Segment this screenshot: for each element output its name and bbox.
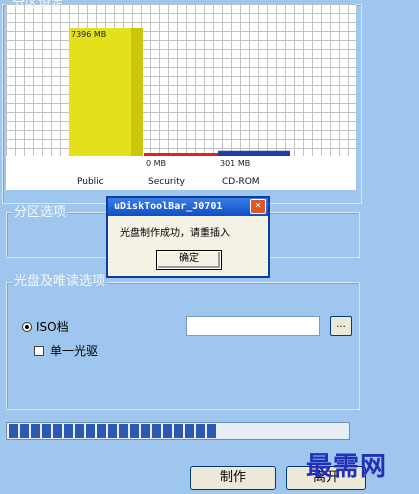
message-dialog: uDiskToolBar_J0701 ✕ 光盘制作成功，请重插入 确定 xyxy=(106,196,270,278)
single-drive-checkbox[interactable]: 单一光驱 xyxy=(34,342,98,359)
dialog-ok-button[interactable]: 确定 xyxy=(156,250,222,270)
progress-segment xyxy=(75,424,84,438)
progress-segment xyxy=(20,424,29,438)
dialog-titlebar[interactable]: uDiskToolBar_J0701 ✕ xyxy=(108,198,268,216)
iso-label: ISO档 xyxy=(36,320,69,334)
watermark-logo: 最需网 xyxy=(306,452,388,482)
category-label-security: Security xyxy=(148,177,186,187)
value-label-public: 7396 MB xyxy=(71,30,106,39)
progress-segment xyxy=(108,424,117,438)
progress-segment xyxy=(31,424,40,438)
checkbox-icon xyxy=(34,345,44,356)
progress-segment xyxy=(152,424,161,438)
progress-bar xyxy=(6,422,350,440)
bar-security xyxy=(144,153,218,156)
progress-segment xyxy=(119,424,128,438)
bar-cd-rom xyxy=(218,150,290,156)
dialog-title: uDiskToolBar_J0701 xyxy=(114,201,223,212)
partition-options-title: 分区选项 xyxy=(12,205,69,221)
progress-segment xyxy=(42,424,51,438)
progress-segment xyxy=(163,424,172,438)
make-button[interactable]: 制作 xyxy=(190,466,276,490)
category-label-cd-rom: CD-ROM xyxy=(222,177,260,187)
close-icon[interactable]: ✕ xyxy=(250,199,266,214)
dialog-message: 光盘制作成功，请重插入 xyxy=(120,228,230,239)
partition-settings-title: 分区设定 xyxy=(12,0,65,11)
progress-segment xyxy=(97,424,106,438)
iso-radio[interactable]: ISO档 xyxy=(22,318,69,335)
partition-chart: 7396 MB Public 0 MB Security 301 MB CD-ROM xyxy=(6,4,356,190)
value-label-cd-rom: 301 MB xyxy=(220,159,250,168)
progress-segment xyxy=(141,424,150,438)
progress-segment xyxy=(185,424,194,438)
cd-readonly-options-title: 光盘及唯读选项 xyxy=(12,274,108,290)
progress-segment xyxy=(196,424,205,438)
browse-button[interactable]: ... xyxy=(330,316,352,336)
progress-segment xyxy=(64,424,73,438)
progress-segment xyxy=(9,424,18,438)
bar-public-shade xyxy=(131,28,143,156)
category-label-public: Public xyxy=(77,177,104,187)
radio-dot-icon xyxy=(22,321,32,332)
value-label-security: 0 MB xyxy=(146,159,166,168)
progress-segment xyxy=(53,424,62,438)
iso-path-input[interactable] xyxy=(186,316,320,336)
progress-segment xyxy=(174,424,183,438)
progress-segment xyxy=(86,424,95,438)
chart-svg: 7396 MB Public 0 MB Security 301 MB CD-ROM xyxy=(69,28,290,187)
single-drive-label: 单一光驱 xyxy=(50,344,99,358)
progress-segment xyxy=(130,424,139,438)
progress-segment xyxy=(207,424,216,438)
